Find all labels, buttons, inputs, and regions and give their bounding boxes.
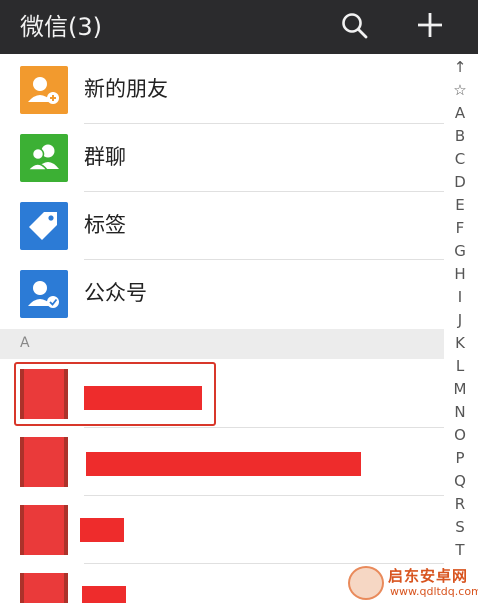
index-letter[interactable]: M — [446, 378, 474, 400]
section-letter: A — [20, 335, 30, 351]
redacted-name — [82, 586, 126, 603]
index-letter[interactable]: P — [446, 447, 474, 469]
contact-row[interactable] — [0, 428, 444, 496]
alphabet-index-bar[interactable]: ↑ ☆ A B C D E F G H I J K L M N O P Q R S T — [446, 56, 478, 559]
index-letter[interactable]: A — [446, 102, 474, 124]
section-header: A — [0, 329, 444, 359]
index-letter[interactable]: F — [446, 217, 474, 239]
index-letter[interactable]: E — [446, 194, 474, 216]
index-letter[interactable]: L — [446, 355, 474, 377]
group-chat-icon — [20, 134, 68, 182]
watermark-logo-icon — [348, 566, 384, 600]
index-letter[interactable]: D — [446, 171, 474, 193]
official-accounts-row[interactable]: 公众号 — [0, 260, 444, 328]
index-letter[interactable]: K — [446, 332, 474, 354]
official-account-icon — [20, 270, 68, 318]
app-title: 微信(3) — [20, 13, 102, 41]
redacted-name — [80, 518, 124, 542]
index-letter[interactable]: N — [446, 401, 474, 423]
avatar — [20, 369, 68, 419]
index-letter[interactable]: J — [446, 309, 474, 331]
wechat-contacts-screen: 微信(3) 新的朋友 群聊 标签 公众号 A ↑ ☆ A B C D E F G… — [0, 0, 478, 603]
avatar — [20, 437, 68, 487]
add-friend-icon — [20, 66, 68, 114]
contact-row[interactable] — [0, 360, 444, 428]
index-letter[interactable]: T — [446, 539, 474, 561]
tag-icon — [20, 202, 68, 250]
index-letter[interactable]: S — [446, 516, 474, 538]
index-letter[interactable]: ☆ — [446, 79, 474, 101]
search-icon[interactable] — [340, 11, 370, 41]
tags-row[interactable]: 标签 — [0, 192, 444, 260]
index-letter[interactable]: I — [446, 286, 474, 308]
index-letter[interactable]: B — [446, 125, 474, 147]
avatar — [20, 505, 68, 555]
index-letter[interactable]: Q — [446, 470, 474, 492]
row-label: 标签 — [84, 213, 126, 237]
avatar — [20, 573, 68, 603]
row-label: 新的朋友 — [84, 77, 168, 101]
redacted-name — [86, 452, 361, 476]
group-chats-row[interactable]: 群聊 — [0, 124, 444, 192]
row-label: 公众号 — [84, 281, 147, 305]
index-letter[interactable]: C — [446, 148, 474, 170]
redacted-name — [84, 386, 202, 410]
plus-icon[interactable] — [414, 9, 446, 41]
index-letter[interactable]: R — [446, 493, 474, 515]
index-letter[interactable]: G — [446, 240, 474, 262]
new-friends-row[interactable]: 新的朋友 — [0, 56, 444, 124]
contact-row[interactable] — [0, 496, 444, 564]
top-bar: 微信(3) — [0, 0, 478, 54]
watermark: 启东安卓网 www.qdltdq.com — [346, 562, 478, 603]
watermark-url: www.qdltdq.com — [390, 585, 478, 598]
watermark-name: 启东安卓网 — [388, 567, 469, 585]
row-label: 群聊 — [84, 145, 126, 169]
index-letter[interactable]: H — [446, 263, 474, 285]
index-letter[interactable]: O — [446, 424, 474, 446]
index-letter[interactable]: ↑ — [446, 56, 474, 78]
